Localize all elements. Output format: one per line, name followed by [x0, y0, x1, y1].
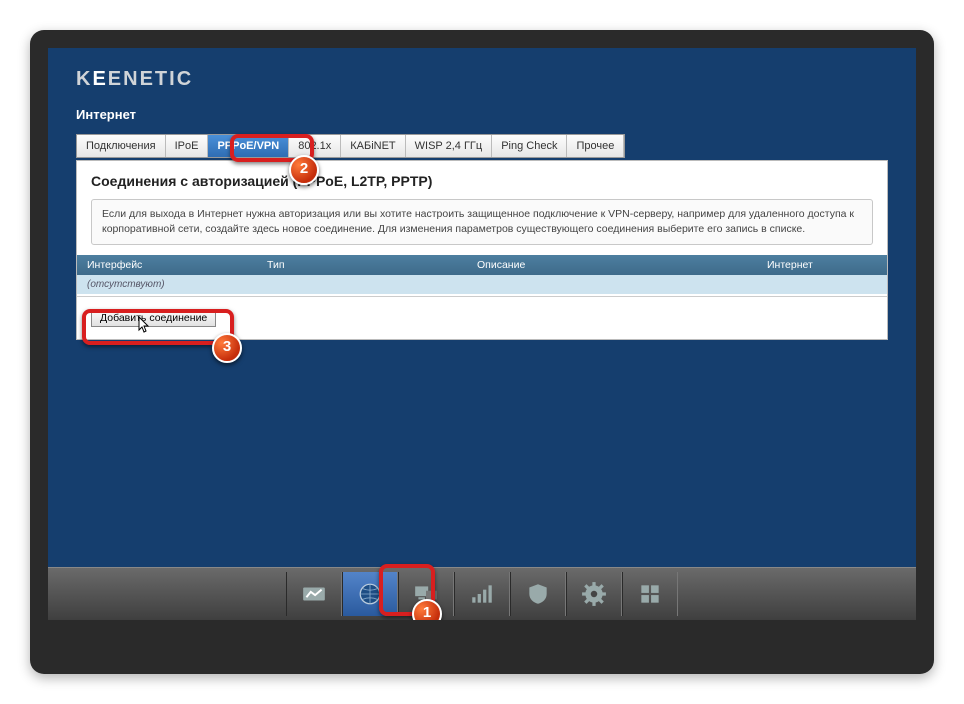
col-interface: Интерфейс — [77, 255, 257, 275]
add-connection-button[interactable]: Добавить соединение — [91, 309, 216, 327]
tab-pingcheck[interactable]: Ping Check — [492, 135, 567, 157]
col-type: Тип — [257, 255, 467, 275]
callout-3: 3 — [212, 333, 242, 363]
tab-pppoe-vpn[interactable]: PPPoE/VPN — [208, 135, 289, 157]
monitor-frame: KEENETIC Интернет Подключения IPoE PPPoE… — [30, 30, 934, 674]
taskbar-internet[interactable] — [342, 572, 398, 616]
gear-icon — [581, 581, 607, 607]
taskbar-apps[interactable] — [622, 572, 678, 616]
tab-other[interactable]: Прочее — [567, 135, 624, 157]
chart-icon — [301, 581, 327, 607]
tab-8021x[interactable]: 802.1x — [289, 135, 341, 157]
signal-icon — [469, 581, 495, 607]
panel-description: Если для выхода в Интернет нужна авториз… — [91, 199, 873, 245]
page-title: Интернет — [48, 101, 916, 134]
table-header: Интерфейс Тип Описание Интернет — [77, 255, 887, 275]
taskbar-settings[interactable] — [566, 572, 622, 616]
taskbar-wifi[interactable] — [454, 572, 510, 616]
grid-icon — [637, 581, 663, 607]
tabs-bar: Подключения IPoE PPPoE/VPN 802.1x КАБiNE… — [76, 134, 625, 158]
globe-icon — [357, 581, 383, 607]
callout-2: 2 — [289, 155, 319, 185]
tab-wisp[interactable]: WISP 2,4 ГГц — [406, 135, 493, 157]
taskbar — [48, 567, 916, 620]
main-panel: Соединения с авторизацией (PPPoE, L2TP, … — [76, 160, 888, 340]
panel-title: Соединения с авторизацией (PPPoE, L2TP, … — [77, 161, 887, 199]
tab-connections[interactable]: Подключения — [77, 135, 166, 157]
table-empty-row: (отсутствуют) — [77, 275, 887, 294]
logo: KEENETIC — [48, 48, 916, 101]
shield-icon — [525, 581, 551, 607]
screen-content: KEENETIC Интернет Подключения IPoE PPPoE… — [48, 48, 916, 620]
col-internet: Интернет — [757, 255, 887, 275]
tab-ipoe[interactable]: IPoE — [166, 135, 209, 157]
tab-kabinet[interactable]: КАБiNET — [341, 135, 405, 157]
taskbar-security[interactable] — [510, 572, 566, 616]
col-description: Описание — [467, 255, 757, 275]
taskbar-stats[interactable] — [286, 572, 342, 616]
